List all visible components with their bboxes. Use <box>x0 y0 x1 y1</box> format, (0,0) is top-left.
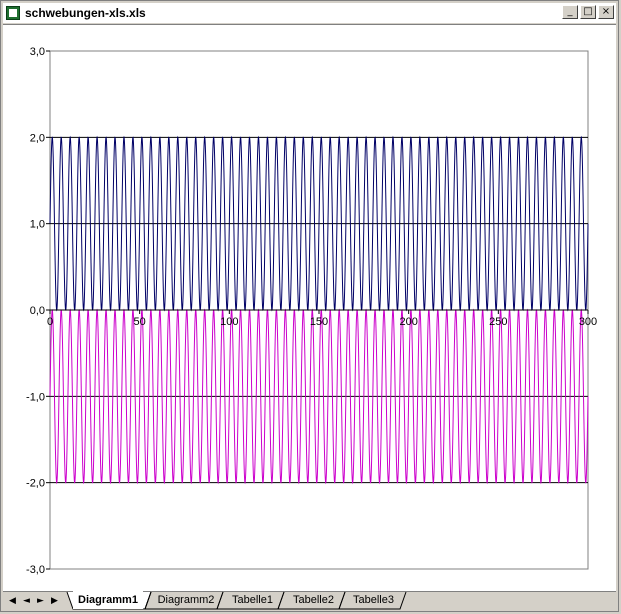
excel-document-icon[interactable] <box>6 6 20 20</box>
x-tick-label: 250 <box>489 316 507 328</box>
title-bar[interactable]: schwebungen-xls.xls _ □ × <box>3 3 616 23</box>
line-chart[interactable]: 3,0 2,0 1,0 0,0 -1,0 -2,0 -3,0 0 50 100 150 200 250… <box>3 25 616 591</box>
x-tick-label: 150 <box>310 316 328 328</box>
window-controls: _ □ × <box>562 5 614 19</box>
workbook-window: schwebungen-xls.xls _ □ × 3,0 2,0 1,0 0,0 -1… <box>0 0 619 612</box>
y-tick-label: 3,0 <box>30 46 45 58</box>
y-tick-label: 0,0 <box>30 305 45 317</box>
tab-tabelle2[interactable]: Tabelle2 <box>286 591 341 609</box>
y-tick-label: 2,0 <box>30 132 45 144</box>
close-button[interactable]: × <box>598 5 614 19</box>
tab-diagramm2[interactable]: Diagramm2 <box>153 591 219 609</box>
x-tick-label: 100 <box>220 316 238 328</box>
y-tick-label: 1,0 <box>30 219 45 231</box>
maximize-button[interactable]: □ <box>580 5 596 19</box>
tab-tabelle3[interactable]: Tabelle3 <box>346 591 401 609</box>
tab-diagramm1[interactable]: Diagramm1 <box>73 591 143 609</box>
x-tick-label: 300 <box>579 316 597 328</box>
tab-tabelle1[interactable]: Tabelle1 <box>225 591 280 609</box>
y-tick-label: -1,0 <box>26 391 45 403</box>
x-tick-label: 50 <box>134 316 146 328</box>
y-tick-label: -3,0 <box>26 564 45 576</box>
x-tick-label: 200 <box>399 316 417 328</box>
y-tick-label: -2,0 <box>26 478 45 490</box>
sheet-tab-bar: ◀ ◄ ► ▶ Diagramm1 Diagramm2 Tabelle1 Tab… <box>3 591 616 611</box>
chart-area[interactable]: 3,0 2,0 1,0 0,0 -1,0 -2,0 -3,0 0 50 100 150 200 250… <box>3 24 616 591</box>
x-tick-label: 0 <box>47 316 53 328</box>
minimize-button[interactable]: _ <box>562 5 578 19</box>
window-title: schwebungen-xls.xls <box>25 6 146 20</box>
y-axis: 3,0 2,0 1,0 0,0 -1,0 -2,0 -3,0 <box>26 46 50 576</box>
